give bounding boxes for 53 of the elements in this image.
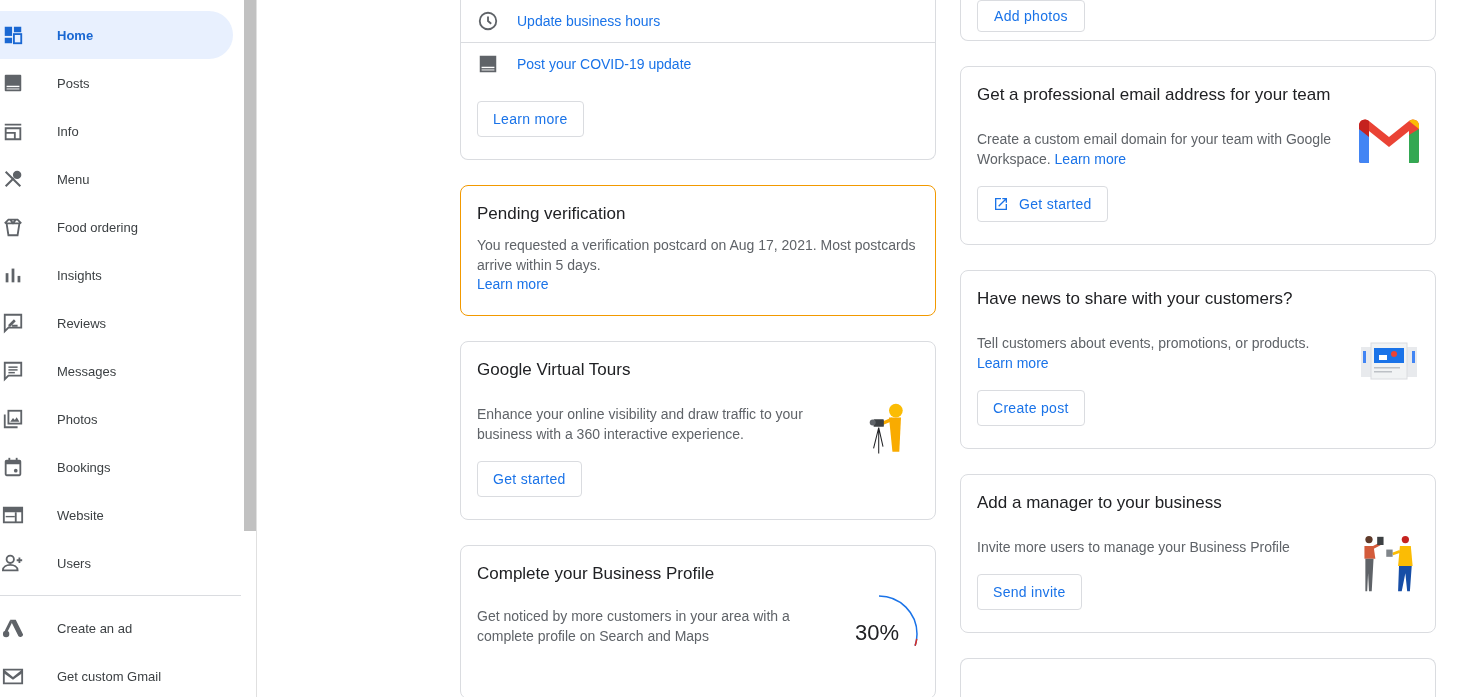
card-description: Invite more users to manage your Business Profile <box>977 538 1291 557</box>
card-title: Add a manager to your business <box>977 492 1223 514</box>
link[interactable]: Post your COVID-19 update <box>517 56 692 72</box>
takeout-box-icon <box>2 216 24 238</box>
sidebar-item[interactable]: Website <box>0 491 233 539</box>
review-icon <box>2 312 24 334</box>
sidebar-item[interactable]: Insights <box>0 251 233 299</box>
card-description: You requested a verification postcard on Aug 17, 2021. Most postcards arrive within 5 days. <box>477 236 917 275</box>
mail-m-logo-icon <box>1359 117 1419 163</box>
sidebar-item[interactable]: Food ordering <box>0 203 233 251</box>
sidebar-item[interactable]: Posts <box>0 59 233 107</box>
progress-percent: 30% <box>853 620 900 646</box>
action-button[interactable]: Create post <box>977 390 1085 426</box>
card-title: Google Virtual Tours <box>477 359 632 381</box>
sidebar-item[interactable]: Users <box>0 539 233 587</box>
photos-icon <box>2 408 24 430</box>
message-icon <box>2 360 24 382</box>
card-description: Tell customers about events, promotions, or products. Learn more <box>977 334 1311 373</box>
sidebar-item[interactable]: Reviews <box>0 299 233 347</box>
action-button[interactable]: Get started <box>977 186 1108 222</box>
triangle-logo-icon <box>2 617 24 639</box>
sidebar-item[interactable]: Messages <box>0 347 233 395</box>
link[interactable]: Update business hours <box>517 13 661 29</box>
action-button[interactable]: Send invite <box>977 574 1082 610</box>
sidebar-item[interactable]: Info <box>0 107 233 155</box>
fork-and-spoon-icon <box>2 168 24 190</box>
card-title: Pending verification <box>477 203 627 225</box>
learn-more-link[interactable]: Learn more <box>477 276 549 292</box>
action-button[interactable]: Get started <box>477 461 582 497</box>
sidebar-item[interactable]: Bookings <box>0 443 233 491</box>
add-person-icon <box>2 552 24 574</box>
card-description: Get noticed by more customers in your area with a complete profile on Search and Maps <box>477 607 791 646</box>
web-layout-icon <box>2 504 24 526</box>
post-icon <box>477 53 499 75</box>
learn-more-link[interactable]: Learn more <box>977 355 1049 371</box>
sidebar-item[interactable]: Menu <box>0 155 233 203</box>
sidebar-item[interactable]: Photos <box>0 395 233 443</box>
card-description: Create a custom email domain for your team with Google Workspace. Learn more <box>977 130 1333 169</box>
external-link-icon <box>993 196 1009 212</box>
learn-more-link[interactable]: Learn more <box>1054 151 1127 167</box>
card-title: Have news to share with your customers? <box>977 288 1294 310</box>
card-title: Complete your Business Profile <box>477 563 716 585</box>
clock-icon <box>477 10 499 32</box>
add-photos-button[interactable]: Add photos <box>977 0 1085 32</box>
learn-more-button[interactable]: Learn more <box>477 101 584 137</box>
card-title: Get a professional email address for your team <box>977 84 1332 106</box>
sidebar-item[interactable]: Create an ad <box>0 604 233 652</box>
scrollbar[interactable] <box>244 0 256 531</box>
dashboard-icon <box>2 24 24 46</box>
sidebar-item[interactable]: Get custom Gmail <box>0 652 233 697</box>
card-description: Enhance your online visibility and draw traffic to your business with a 360 interactive experience. <box>477 405 804 444</box>
sidebar-item[interactable]: Home <box>0 11 233 59</box>
calendar-icon <box>2 456 24 478</box>
